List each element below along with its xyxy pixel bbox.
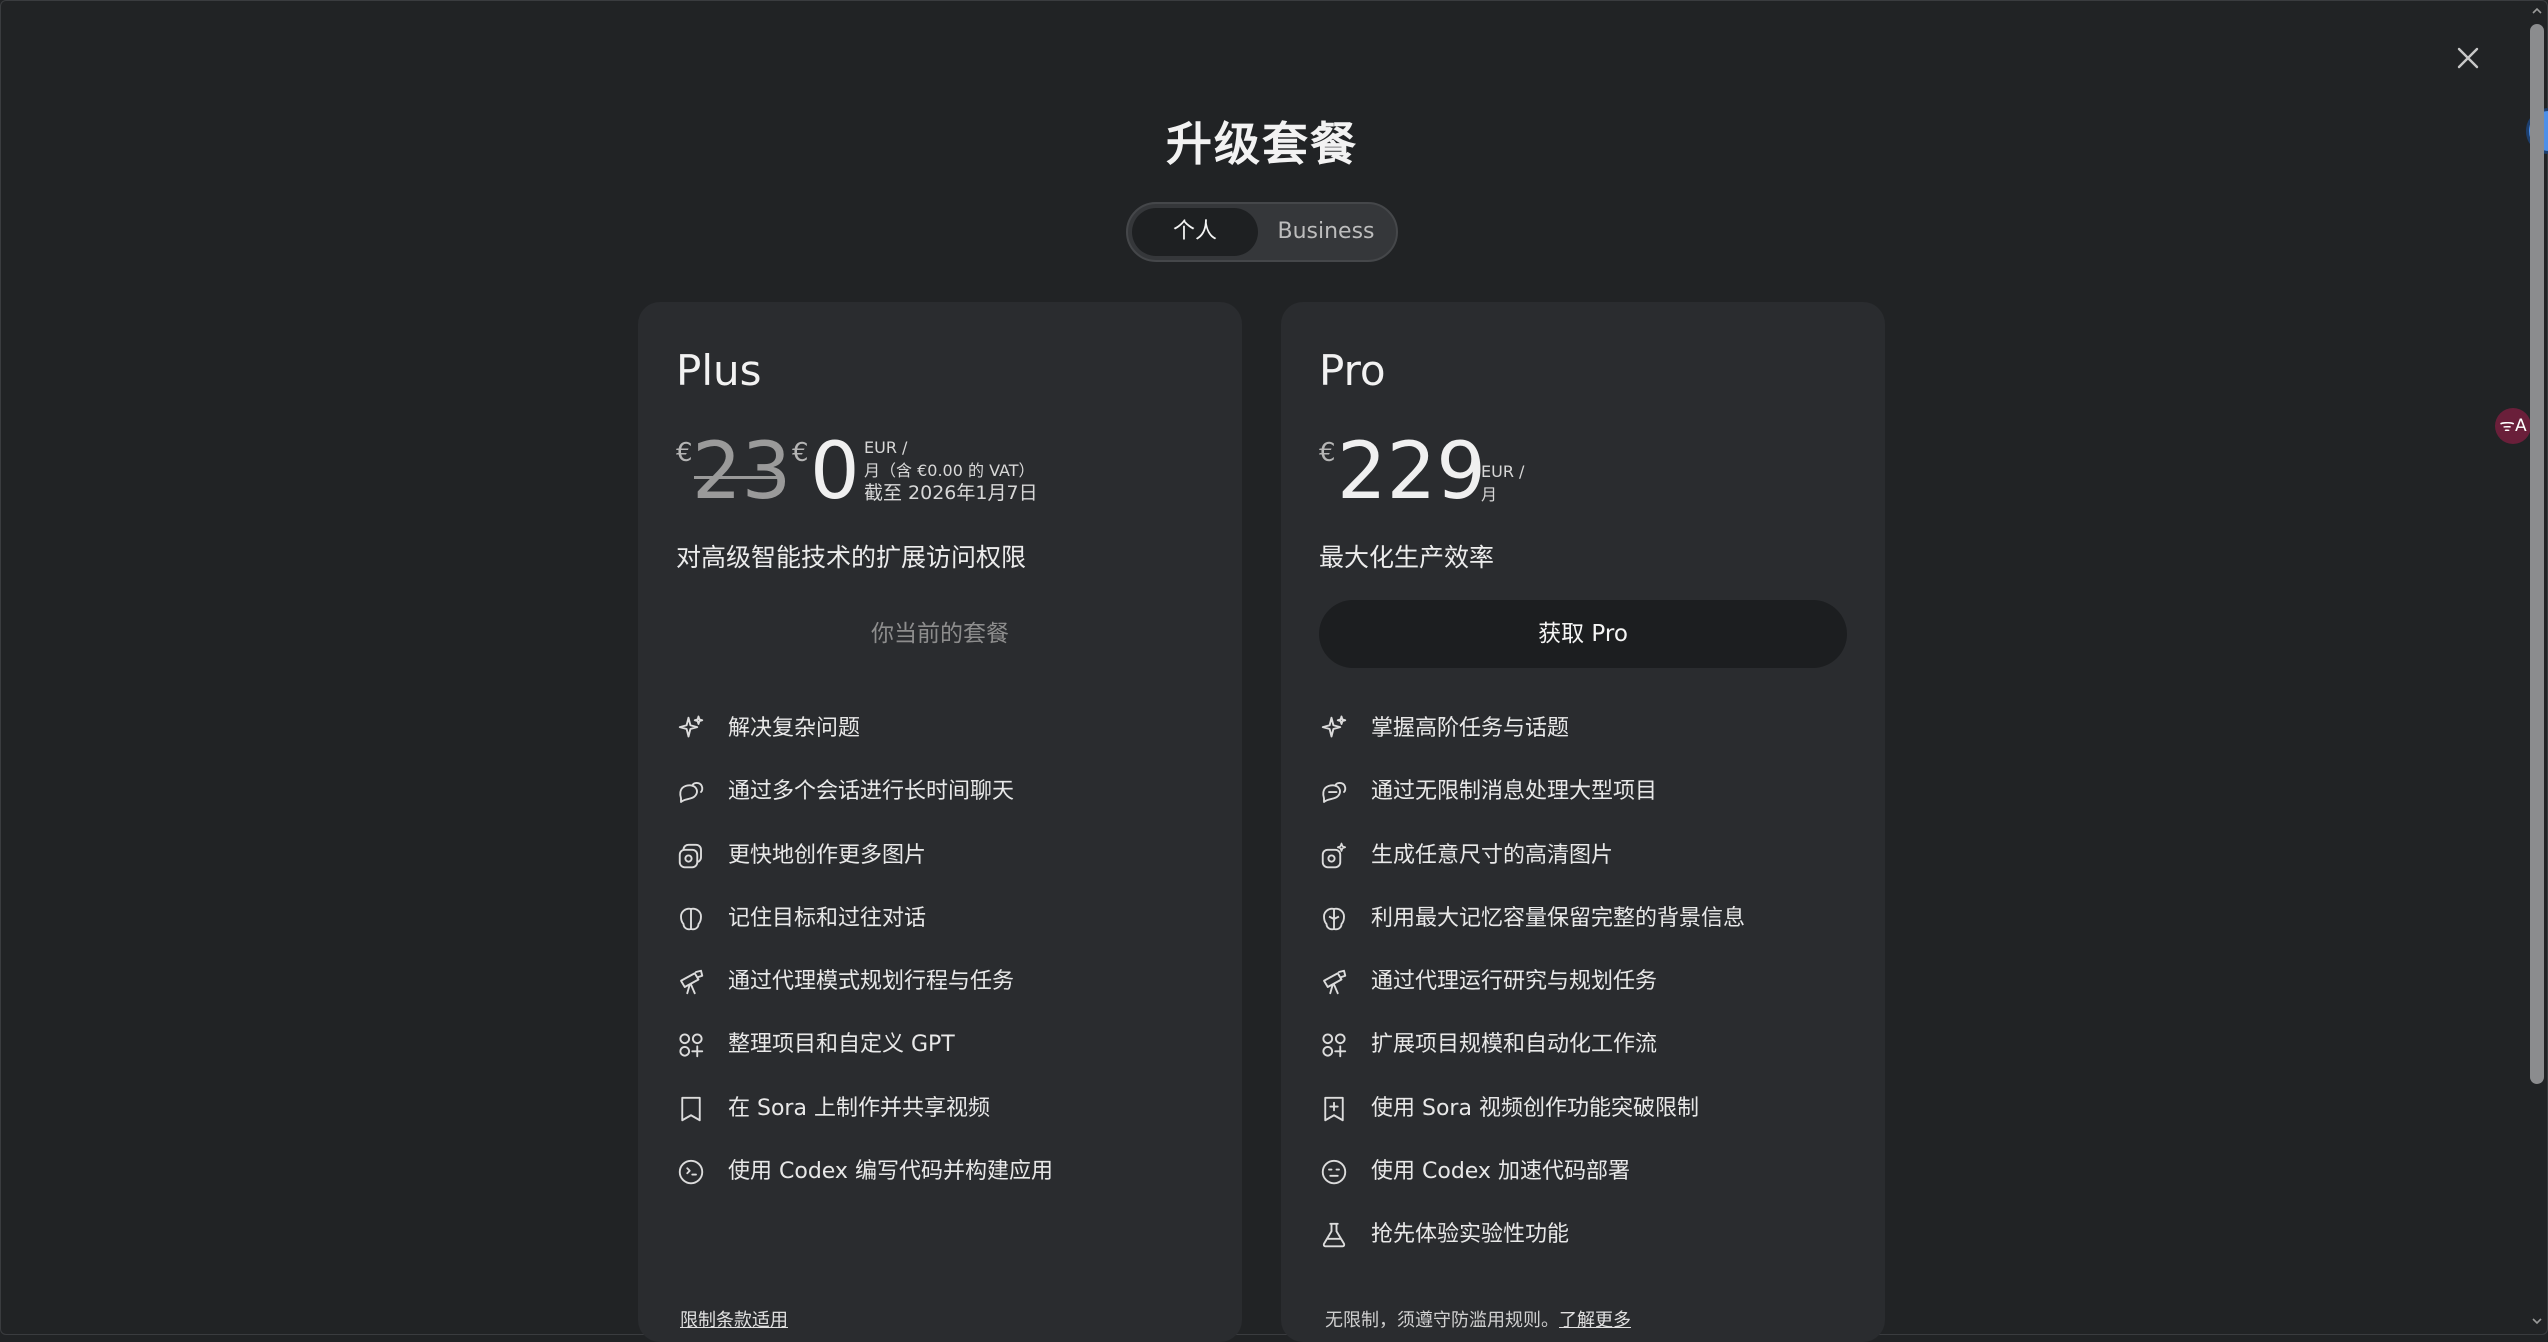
list-item: 使用 Codex 加速代码部署 [1319,1151,1859,1214]
list-item: 扩展项目规模和自动化工作流 [1319,1024,1859,1087]
price-note: 月 [1481,485,1498,504]
list-item: 抢先体验实验性功能 [1319,1214,1859,1277]
brain-icon [676,904,706,934]
plan-card-pro: Pro € 229 EUR / 月 最大化生产效率 获取 Pro 掌握高阶任务与… [1281,302,1885,1342]
price-note: 截至 2026年1月7日 [864,482,1038,504]
plan-footer: 限制条款适用 [680,1306,788,1332]
footer-text: 无限制，须遵守防滥用规则。 [1325,1310,1559,1331]
video-icon [676,1094,706,1124]
currency-symbol: € [1319,438,1336,468]
flask-icon [1319,1220,1349,1250]
currency-symbol: € [676,438,693,468]
scrollbar-thumb[interactable] [2530,24,2544,1084]
scrollbar[interactable] [2526,0,2548,1335]
strikethrough-line [694,476,778,479]
scroll-up-icon[interactable] [2530,4,2544,18]
list-item: 掌握高阶任务与话题 [1319,708,1859,771]
list-item: 更快地创作更多图片 [676,835,1216,898]
video-icon [1319,1094,1349,1124]
plan-card-plus: Plus € 23 € 0 EUR / 月（含 €0.00 的 VAT） 截至 … [638,302,1242,1342]
close-button[interactable] [2450,40,2486,76]
list-item: 利用最大记忆容量保留完整的背景信息 [1319,898,1859,961]
list-item: 整理项目和自定义 GPT [676,1024,1216,1087]
list-item: 通过代理模式规划行程与任务 [676,961,1216,1024]
feature-list: 掌握高阶任务与话题 通过无限制消息处理大型项目 生成任意尺寸的高清图片 利用最大… [1319,708,1859,1278]
telescope-icon [1319,967,1349,997]
plan-name: Plus [676,346,762,395]
apps-icon [1319,1030,1349,1060]
modal-title: 升级套餐 [1166,117,1358,171]
chat-bubbles-icon [676,777,706,807]
restrictions-link[interactable]: 限制条款适用 [680,1310,788,1331]
currency-symbol: € [792,438,809,468]
plan-type-toggle: 个人 Business [1126,202,1398,262]
price-note: 月（含 €0.00 的 VAT） [864,461,1035,480]
list-item: 使用 Sora 视频创作功能突破限制 [1319,1088,1859,1151]
scroll-down-icon[interactable] [2530,1314,2544,1328]
toggle-business[interactable]: Business [1264,208,1388,256]
modal-frame [0,0,2548,1335]
plan-footer: 无限制，须遵守防滥用规则。了解更多 [1325,1306,1631,1332]
brain-icon [1319,904,1349,934]
telescope-icon [676,967,706,997]
list-item: 记住目标和过往对话 [676,898,1216,961]
list-item: 通过无限制消息处理大型项目 [1319,771,1859,834]
code-icon [676,1157,706,1187]
close-icon [2457,47,2479,69]
list-item: 通过多个会话进行长时间聊天 [676,771,1216,834]
price-note: EUR / [1481,462,1525,481]
learn-more-link[interactable]: 了解更多 [1559,1310,1631,1331]
sparkle-icon [1319,714,1349,744]
code-icon [1319,1157,1349,1187]
price-note: EUR / [864,438,908,457]
current-plan-label: 你当前的套餐 [871,621,1009,647]
list-item: 解决复杂问题 [676,708,1216,771]
plan-tagline: 最大化生产效率 [1319,543,1495,572]
image-sparkle-icon [1319,841,1349,871]
list-item: 使用 Codex 编写代码并构建应用 [676,1151,1216,1214]
get-pro-button[interactable]: 获取 Pro [1319,600,1847,668]
current-price: 0 [810,427,860,517]
list-item: 通过代理运行研究与规划任务 [1319,961,1859,1024]
sparkle-icon [676,714,706,744]
plan-name: Pro [1319,346,1386,395]
feature-list: 解决复杂问题 通过多个会话进行长时间聊天 更快地创作更多图片 记住目标和过往对话… [676,708,1216,1214]
toggle-personal[interactable]: 个人 [1132,208,1258,256]
list-item: 在 Sora 上制作并共享视频 [676,1088,1216,1151]
original-price: 23 [692,427,792,517]
apps-icon [676,1030,706,1060]
plan-tagline: 对高级智能技术的扩展访问权限 [676,543,1027,572]
image-icon [676,841,706,871]
chat-bubbles-icon [1319,777,1349,807]
current-price: 229 [1337,427,1486,517]
list-item: 生成任意尺寸的高清图片 [1319,835,1859,898]
